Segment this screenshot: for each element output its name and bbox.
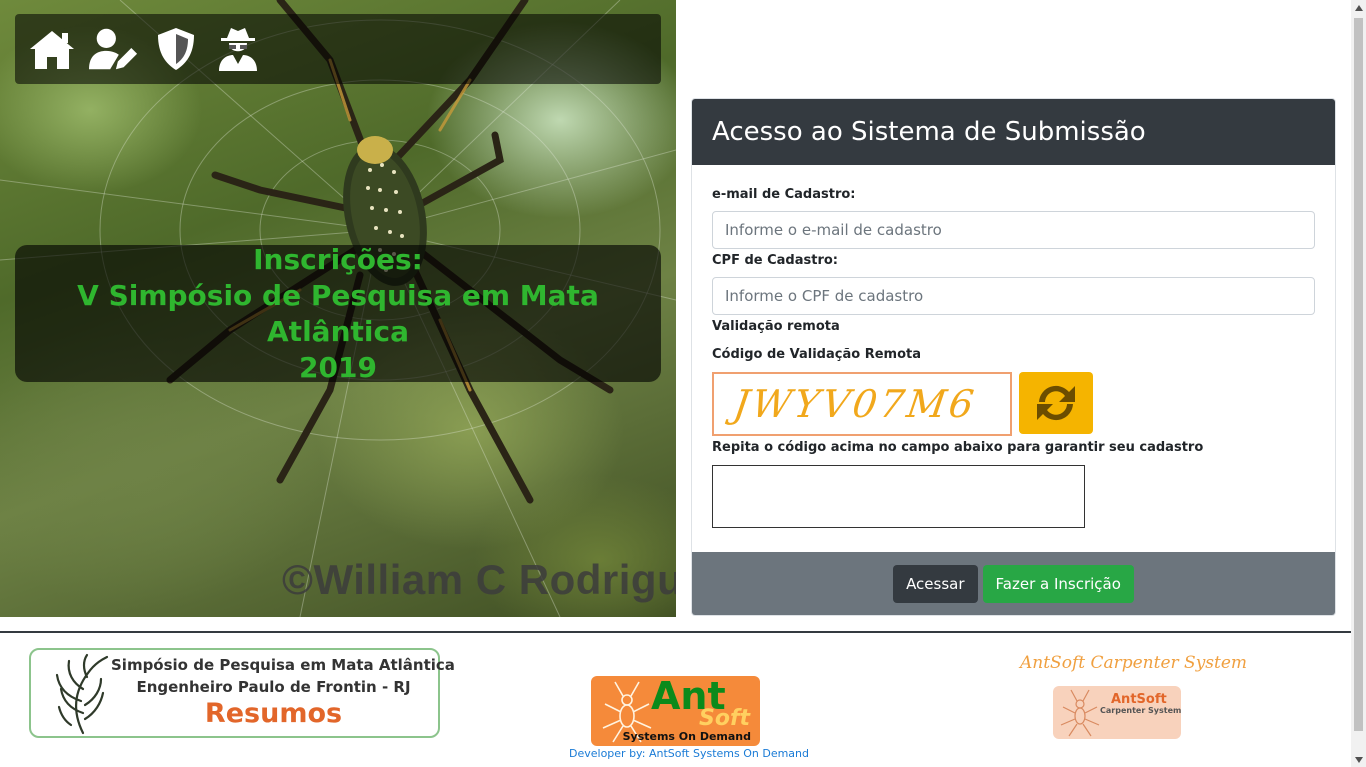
carpenter-ant-icon xyxy=(1060,689,1100,737)
captcha-code-input[interactable] xyxy=(712,465,1085,528)
carpenter-badge-brand: AntSoft xyxy=(1111,692,1167,707)
refresh-icon xyxy=(1037,385,1075,421)
logo-resumos: Resumos xyxy=(204,698,343,729)
login-card: Acesso ao Sistema de Submissão e-mail de… xyxy=(691,98,1336,616)
access-button[interactable]: Acessar xyxy=(893,564,978,603)
captcha-row: JWYV07M6 xyxy=(712,372,1315,436)
email-label: e-mail de Cadastro: xyxy=(712,187,856,202)
antsoft-logo[interactable]: Ant Soft Systems On Demand xyxy=(591,676,760,746)
page-footer: Simpósio de Pesquisa em Mata Atlântica E… xyxy=(0,631,1351,767)
captcha-text: JWYV07M6 xyxy=(730,382,980,426)
cpf-field[interactable] xyxy=(712,277,1315,315)
user-edit-icon[interactable] xyxy=(89,24,139,74)
page-scrollbar[interactable] xyxy=(1351,0,1366,767)
login-form: e-mail de Cadastro: CPF de Cadastro: Val… xyxy=(692,165,1335,528)
carpenter-system-title: AntSoft Carpenter System xyxy=(1020,653,1248,673)
user-secret-icon[interactable] xyxy=(213,24,263,74)
symposium-logo[interactable]: Simpósio de Pesquisa em Mata Atlântica E… xyxy=(29,648,455,738)
login-card-footer: Acessar Fazer a Inscrição xyxy=(692,552,1335,615)
login-card-header: Acesso ao Sistema de Submissão xyxy=(692,99,1335,165)
home-icon[interactable] xyxy=(27,24,77,74)
event-title-box: Inscrições: V Simpósio de Pesquisa em Ma… xyxy=(15,242,661,384)
hero-photo-panel: Inscrições: V Simpósio de Pesquisa em Ma… xyxy=(0,0,676,617)
cpf-label: CPF de Cadastro: xyxy=(712,253,839,268)
logo-title: Simpósio de Pesquisa em Mata Atlântica xyxy=(111,656,455,674)
antsoft-tagline: Systems On Demand xyxy=(622,730,751,743)
repeat-code-label: Repita o código acima no campo abaixo pa… xyxy=(712,440,1204,455)
carpenter-badge-product: Carpenter System xyxy=(1100,706,1181,715)
captcha-label: Código de Validação Remota xyxy=(712,347,921,362)
refresh-captcha-button[interactable] xyxy=(1019,372,1093,434)
top-navbar xyxy=(15,14,661,84)
scroll-up-icon[interactable] xyxy=(1351,0,1366,15)
developer-link[interactable]: Developer by: AntSoft Systems On Demand xyxy=(569,747,809,760)
captcha-image: JWYV07M6 xyxy=(712,372,1012,436)
remote-validation-label: Validação remota xyxy=(712,319,840,334)
logo-location: Engenheiro Paulo de Frontin - RJ xyxy=(136,678,411,696)
register-button[interactable]: Fazer a Inscrição xyxy=(982,564,1134,603)
event-title-line3: 2019 xyxy=(299,350,377,384)
event-title-line1: Inscrições: xyxy=(253,242,423,276)
shield-icon[interactable] xyxy=(151,24,201,74)
email-field[interactable] xyxy=(712,211,1315,249)
leaf-logo-icon xyxy=(55,653,109,735)
photo-copyright-watermark: ©William C Rodrigu xyxy=(282,556,676,603)
carpenter-system-logo[interactable]: AntSoft Carpenter System xyxy=(1053,686,1181,739)
antsoft-word-soft: Soft xyxy=(699,706,751,731)
event-title-line2: V Simpósio de Pesquisa em Mata Atlântica xyxy=(77,278,599,348)
scroll-down-icon[interactable] xyxy=(1351,752,1366,767)
scrollbar-thumb[interactable] xyxy=(1354,18,1363,731)
